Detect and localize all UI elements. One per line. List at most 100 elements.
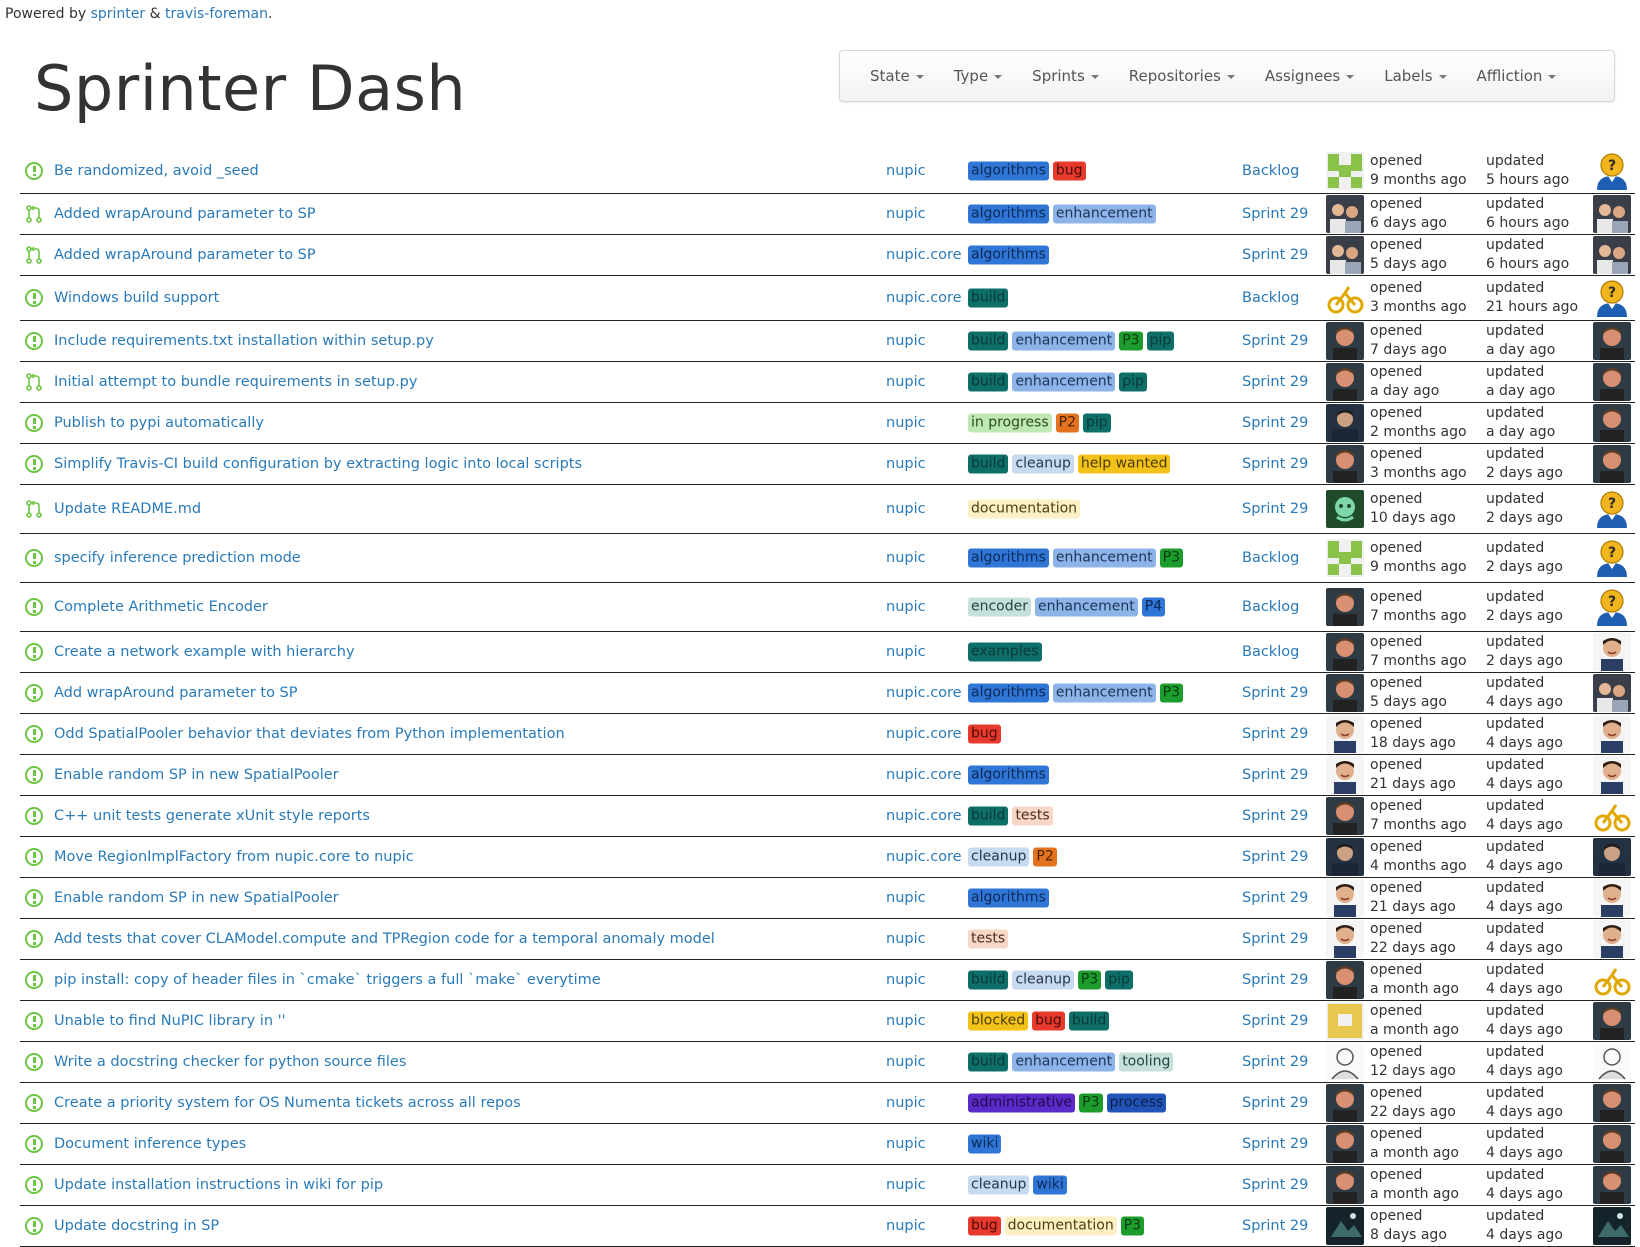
issue-label[interactable]: wiki: [968, 1134, 1002, 1154]
assignee-avatar[interactable]: ?: [1593, 151, 1631, 190]
issue-label[interactable]: build: [968, 288, 1009, 308]
sprint-link[interactable]: Sprint 29: [1242, 931, 1308, 947]
nav-type-dropdown[interactable]: Type: [954, 67, 1003, 85]
issue-label[interactable]: build: [1068, 1011, 1110, 1031]
opener-avatar[interactable]: [1326, 1043, 1364, 1081]
nav-assignees-dropdown[interactable]: Assignees: [1265, 67, 1355, 85]
issue-label[interactable]: algorithms: [968, 204, 1049, 224]
assignee-avatar[interactable]: [1593, 445, 1631, 483]
repo-link[interactable]: nupic.core: [886, 685, 962, 701]
repo-link[interactable]: nupic.core: [886, 726, 962, 742]
assignee-avatar[interactable]: [1593, 195, 1631, 233]
issue-label[interactable]: enhancement: [1035, 597, 1138, 617]
assignee-avatar[interactable]: ?: [1593, 588, 1631, 626]
table-row[interactable]: Windows build support nupic.core build B…: [20, 276, 1635, 321]
table-row[interactable]: Enable random SP in new SpatialPooler nu…: [20, 755, 1635, 796]
table-row[interactable]: Added wrapAround parameter to SP nupic.c…: [20, 235, 1635, 276]
assignee-avatar[interactable]: [1593, 1207, 1631, 1245]
assignee-avatar[interactable]: [1593, 322, 1631, 360]
issue-label[interactable]: documentation: [1004, 1216, 1117, 1236]
issue-title-link[interactable]: Complete Arithmetic Encoder: [54, 599, 268, 615]
sprint-link[interactable]: Backlog: [1242, 599, 1299, 615]
issue-label[interactable]: P3: [1119, 331, 1143, 351]
sprint-link[interactable]: Sprint 29: [1242, 374, 1308, 390]
issue-label[interactable]: algorithms: [968, 245, 1049, 265]
opener-avatar[interactable]: [1326, 674, 1364, 712]
issue-title-link[interactable]: Update installation instructions in wiki…: [54, 1177, 383, 1193]
assignee-avatar[interactable]: [1593, 633, 1631, 671]
sprint-link[interactable]: Backlog: [1242, 644, 1299, 660]
sprint-link[interactable]: Backlog: [1242, 290, 1299, 306]
repo-link[interactable]: nupic: [886, 1218, 926, 1234]
issue-label[interactable]: tests: [1012, 806, 1053, 826]
table-row[interactable]: Update installation instructions in wiki…: [20, 1165, 1635, 1206]
repo-link[interactable]: nupic: [886, 599, 926, 615]
issue-label[interactable]: cleanup: [968, 847, 1030, 867]
sprint-link[interactable]: Sprint 29: [1242, 890, 1308, 906]
issue-title-link[interactable]: Be randomized, avoid _seed: [54, 163, 259, 179]
assignee-avatar[interactable]: [1593, 1002, 1631, 1040]
nav-sprints-dropdown[interactable]: Sprints: [1032, 67, 1099, 85]
sprint-link[interactable]: Sprint 29: [1242, 247, 1308, 263]
issue-title-link[interactable]: Include requirements.txt installation wi…: [54, 333, 434, 349]
opener-avatar[interactable]: [1326, 1207, 1364, 1245]
issue-label[interactable]: cleanup: [968, 1175, 1030, 1195]
opener-avatar[interactable]: [1326, 322, 1364, 360]
opener-avatar[interactable]: [1326, 490, 1364, 528]
issue-title-link[interactable]: Unable to find NuPIC library in '': [54, 1013, 286, 1029]
opener-avatar[interactable]: [1326, 363, 1364, 401]
issue-title-link[interactable]: Document inference types: [54, 1136, 246, 1152]
repo-link[interactable]: nupic: [886, 1013, 926, 1029]
repo-link[interactable]: nupic.core: [886, 808, 962, 824]
issue-label[interactable]: enhancement: [1052, 204, 1156, 224]
assignee-avatar[interactable]: [1593, 674, 1631, 712]
issue-label[interactable]: enhancement: [1012, 372, 1116, 392]
issue-title-link[interactable]: specify inference prediction mode: [54, 550, 301, 566]
issue-title-link[interactable]: Create a priority system for OS Numenta …: [54, 1095, 521, 1111]
table-row[interactable]: Update docstring in SP nupic bug document…: [20, 1206, 1635, 1247]
issue-label[interactable]: pip: [1105, 970, 1133, 990]
table-row[interactable]: Simplify Travis-CI build configuration b…: [20, 444, 1635, 485]
assignee-avatar[interactable]: [1593, 715, 1631, 753]
opener-avatar[interactable]: [1326, 920, 1364, 958]
issue-label[interactable]: bug: [968, 1216, 1001, 1236]
assignee-avatar[interactable]: [1593, 879, 1631, 917]
assignee-avatar[interactable]: [1593, 1043, 1631, 1081]
issue-title-link[interactable]: Move RegionImplFactory from nupic.core t…: [54, 849, 414, 865]
issue-label[interactable]: build: [968, 970, 1009, 990]
issue-title-link[interactable]: Publish to pypi automatically: [54, 415, 264, 431]
issue-title-link[interactable]: Enable random SP in new SpatialPooler: [54, 890, 339, 906]
repo-link[interactable]: nupic: [886, 456, 926, 472]
issue-label[interactable]: build: [968, 454, 1009, 474]
table-row[interactable]: Enable random SP in new SpatialPooler nu…: [20, 878, 1635, 919]
opener-avatar[interactable]: [1326, 539, 1364, 577]
repo-link[interactable]: nupic: [886, 890, 926, 906]
repo-link[interactable]: nupic: [886, 644, 926, 660]
table-row[interactable]: Document inference types nupic wiki Spri…: [20, 1124, 1635, 1165]
issue-label[interactable]: cleanup: [1012, 970, 1074, 990]
issue-title-link[interactable]: pip install: copy of header files in `cm…: [54, 972, 601, 988]
issue-label[interactable]: in progress: [968, 413, 1052, 433]
issue-title-link[interactable]: C++ unit tests generate xUnit style repo…: [54, 808, 370, 824]
issue-label[interactable]: administrative: [968, 1093, 1076, 1113]
assignee-avatar[interactable]: [1593, 961, 1631, 999]
assignee-avatar[interactable]: [1593, 756, 1631, 794]
assignee-avatar[interactable]: [1593, 1125, 1631, 1163]
nav-affliction-dropdown[interactable]: Affliction: [1477, 67, 1557, 85]
repo-link[interactable]: nupic: [886, 1136, 926, 1152]
assignee-avatar[interactable]: [1593, 1084, 1631, 1122]
repo-link[interactable]: nupic.core: [886, 247, 962, 263]
assignee-avatar[interactable]: ?: [1593, 279, 1631, 317]
table-row[interactable]: Be randomized, avoid _seed nupic algorit…: [20, 148, 1635, 194]
repo-link[interactable]: nupic: [886, 501, 926, 517]
issue-label[interactable]: pip: [1083, 413, 1111, 433]
issue-label[interactable]: build: [968, 372, 1009, 392]
nav-labels-dropdown[interactable]: Labels: [1384, 67, 1447, 85]
issue-title-link[interactable]: Add wrapAround parameter to SP: [54, 685, 298, 701]
issue-title-link[interactable]: Windows build support: [54, 290, 219, 306]
issue-label[interactable]: build: [968, 806, 1009, 826]
issue-label[interactable]: P3: [1077, 970, 1102, 990]
assignee-avatar[interactable]: [1593, 236, 1631, 274]
sprint-link[interactable]: Sprint 29: [1242, 1054, 1308, 1070]
issue-title-link[interactable]: Create a network example with hierarchy: [54, 644, 355, 660]
